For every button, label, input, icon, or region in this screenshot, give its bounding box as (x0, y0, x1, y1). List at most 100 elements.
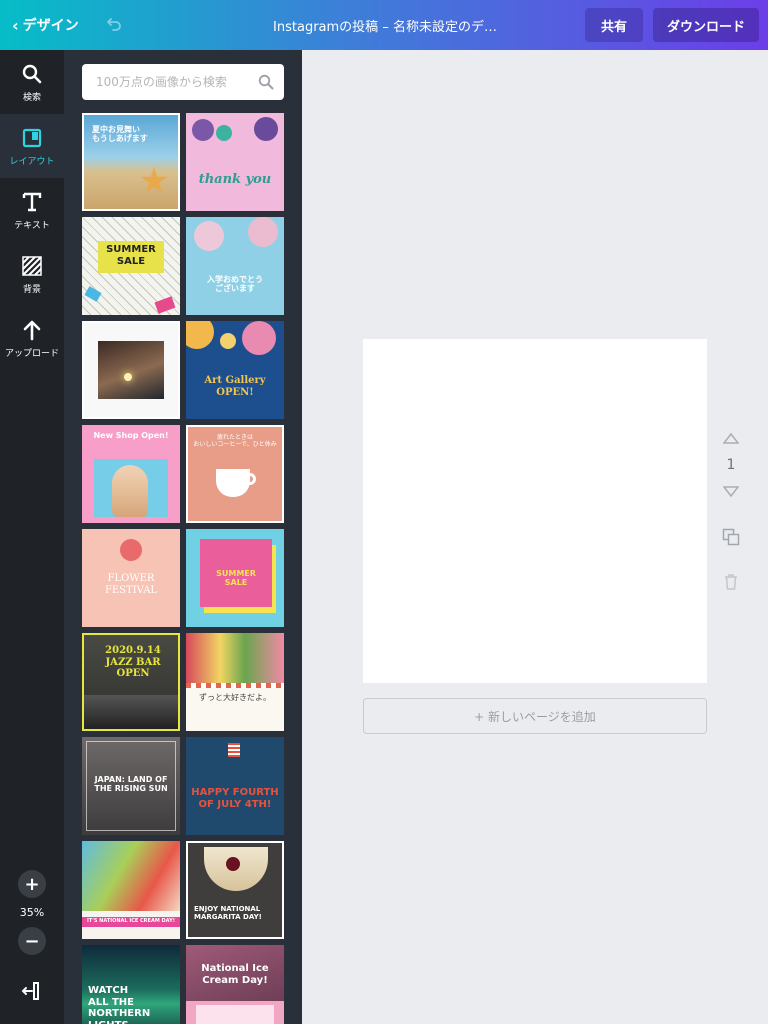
side-rail: 検索 レイアウト テキスト 背景 アップロード + 35% − (0, 50, 64, 1024)
background-icon (20, 254, 44, 278)
collapse-panel-button[interactable] (20, 980, 44, 1004)
portrait-photo (112, 465, 148, 517)
circle-decoration (220, 333, 236, 349)
chevron-left-icon: ‹ (12, 15, 19, 35)
sparkler-light (124, 373, 132, 381)
image-search-input[interactable] (96, 75, 258, 89)
coffee-cup-image (216, 469, 250, 497)
flower-decoration (192, 119, 214, 141)
template-tile[interactable]: thank you (186, 113, 284, 211)
template-tile[interactable]: National Ice Cream Day! (186, 945, 284, 1024)
layout-icon (20, 126, 44, 150)
template-tile[interactable]: SUMMER SALE (82, 217, 180, 315)
zoom-level: 35% (19, 906, 45, 919)
template-text: JAPAN: LAND OF THE RISING SUN (94, 775, 168, 794)
text-icon (20, 190, 44, 214)
template-tile[interactable]: 夏中お見舞い もうしあげます (82, 113, 180, 211)
collapse-panel-icon (21, 982, 39, 1000)
rail-item-search[interactable]: 検索 (0, 50, 64, 114)
rail-item-label: 検索 (22, 92, 41, 103)
template-tile[interactable] (82, 321, 180, 419)
sparkler-photo (98, 341, 164, 399)
circle-decoration (242, 321, 276, 355)
document-title[interactable]: Instagramの投稿 – 名称未設定のデ… (250, 16, 520, 35)
top-bar: ‹ デザイン Instagramの投稿 – 名称未設定のデ… 共有 ダウンロード (0, 0, 768, 50)
template-tile[interactable]: 入学おめでとう ございます (186, 217, 284, 315)
caption-box (196, 1005, 274, 1024)
template-tile[interactable]: WATCH ALL THE NORTHERN LIGHTS (82, 945, 180, 1024)
template-tile[interactable]: FLOWER FESTIVAL (82, 529, 180, 627)
search-icon[interactable] (258, 74, 274, 90)
template-text: 2020.9.14 JAZZ BAR OPEN (105, 645, 161, 679)
template-text: HAPPY FOURTH OF JULY 4TH! (191, 787, 279, 810)
back-to-designs-button[interactable]: ‹ デザイン (0, 15, 92, 35)
flower-bouquet-photo (186, 633, 284, 683)
flower-decoration (254, 117, 278, 141)
design-page[interactable] (363, 339, 707, 683)
undo-button[interactable] (94, 5, 134, 45)
layout-panel: 夏中お見舞い もうしあげます thank you SUMMER SALE 入学お… (64, 50, 302, 1024)
template-tile[interactable]: 2020.9.14 JAZZ BAR OPEN (82, 633, 180, 731)
template-text: FLOWER FESTIVAL (104, 573, 158, 596)
template-text: Art Gallery OPEN! (204, 375, 266, 398)
template-tile[interactable]: New Shop Open! (82, 425, 180, 523)
city-photo (84, 695, 178, 729)
page-up-button[interactable] (720, 432, 742, 444)
template-text: IT'S NATIONAL ICE CREAM DAY! (87, 918, 175, 924)
triangle-up-icon (723, 432, 739, 444)
upload-icon (20, 318, 44, 342)
rail-item-label: 背景 (22, 284, 41, 295)
template-tile[interactable]: Art Gallery OPEN! (186, 321, 284, 419)
template-tile[interactable]: HAPPY FOURTH OF JULY 4TH! (186, 737, 284, 835)
template-text: New Shop Open! (93, 431, 169, 440)
blossom-decoration (194, 221, 224, 251)
copy-icon (722, 528, 740, 546)
rail-item-upload[interactable]: アップロード (0, 306, 64, 370)
template-tile[interactable]: SUMMER SALE (186, 529, 284, 627)
rail-item-label: アップロード (4, 348, 59, 359)
duplicate-page-button[interactable] (720, 528, 742, 546)
template-text: SUMMER SALE (106, 244, 156, 267)
zoom-in-button[interactable]: + (18, 870, 46, 898)
add-new-page-button[interactable]: + 新しいページを追加 (363, 698, 707, 734)
template-text: 疲れたときは おいしいコーヒーで、ひと休み (193, 434, 277, 448)
template-text: SUMMER SALE (216, 569, 256, 588)
canvas-area: + 新しいページを追加 1 (302, 50, 768, 1024)
template-text: 入学おめでとう ございます (207, 275, 263, 294)
template-text: WATCH ALL THE NORTHERN LIGHTS (88, 985, 151, 1024)
template-text: ずっと大好きだよ。 (199, 693, 271, 702)
delete-page-button[interactable] (720, 574, 742, 590)
download-button[interactable]: ダウンロード (653, 8, 759, 42)
ice-cream-photo (82, 841, 180, 911)
leaf-decoration (216, 125, 232, 141)
template-tile[interactable]: JAPAN: LAND OF THE RISING SUN (82, 737, 180, 835)
cherry-decoration (226, 857, 240, 871)
blossom-decoration (248, 217, 278, 247)
page-number: 1 (726, 457, 736, 473)
template-tile[interactable]: ずっと大好きだよ。 (186, 633, 284, 731)
trash-icon (725, 574, 737, 590)
template-tile[interactable]: ENJOY NATIONAL MARGARITA DAY! (186, 841, 284, 939)
stripe-border (186, 683, 284, 688)
cup-handle (246, 473, 256, 485)
template-tile[interactable]: IT'S NATIONAL ICE CREAM DAY! (82, 841, 180, 939)
rail-item-label: テキスト (14, 220, 50, 231)
template-text: 夏中お見舞い もうしあげます (92, 125, 148, 144)
template-tile[interactable]: 疲れたときは おいしいコーヒーで、ひと休み (186, 425, 284, 523)
rail-item-label: レイアウト (9, 156, 55, 167)
template-text: ENJOY NATIONAL MARGARITA DAY! (194, 905, 262, 922)
template-text: thank you (198, 172, 272, 187)
page-down-button[interactable] (720, 486, 742, 498)
triangle-down-icon (723, 486, 739, 498)
undo-icon (107, 18, 121, 31)
rail-item-text[interactable]: テキスト (0, 178, 64, 242)
image-search-box[interactable] (82, 64, 284, 100)
rail-item-background[interactable]: 背景 (0, 242, 64, 306)
share-button[interactable]: 共有 (585, 8, 643, 42)
back-label: デザイン (22, 18, 79, 34)
rail-item-layout[interactable]: レイアウト (0, 114, 64, 178)
zoom-out-button[interactable]: − (18, 927, 46, 955)
circle-decoration (186, 321, 214, 349)
starfish-image (140, 167, 168, 193)
flower-decoration (120, 539, 142, 561)
